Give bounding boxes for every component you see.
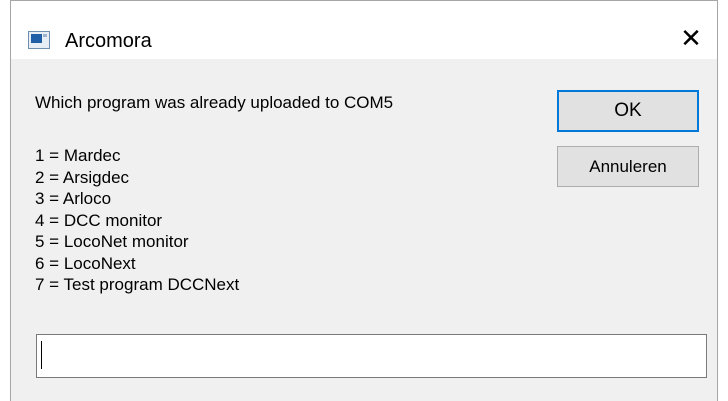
- app-icon-bar: [43, 34, 47, 37]
- text-caret: [41, 341, 42, 369]
- cancel-button[interactable]: Annuleren: [557, 146, 699, 187]
- answer-input[interactable]: [36, 334, 707, 378]
- input-dialog: Arcomora ✕ Which program was already upl…: [10, 0, 718, 401]
- app-icon-screen: [31, 34, 42, 43]
- option-item: 2 = Arsigdec: [35, 167, 130, 187]
- dialog-title: Arcomora: [65, 30, 152, 52]
- program-options-list: 1 = Mardec 2 = Arsigdec 3 = Arloco 4 = D…: [35, 145, 239, 296]
- option-item: 7 = Test program DCCNext: [35, 275, 240, 294]
- app-icon: [28, 31, 50, 49]
- prompt-message: Which program was already uploaded to CO…: [35, 93, 394, 112]
- option-item: 1 = Mardec: [35, 146, 121, 165]
- option-item: 6 = LocoNext: [35, 253, 136, 273]
- option-item: 4 = DCC monitor: [35, 210, 163, 230]
- title-bar[interactable]: Arcomora ✕: [11, 1, 717, 59]
- option-item: 3 = Arloco: [35, 189, 112, 208]
- option-item: 5 = LocoNet monitor: [35, 232, 189, 251]
- ok-button[interactable]: OK: [557, 90, 699, 132]
- close-icon[interactable]: ✕: [671, 21, 711, 55]
